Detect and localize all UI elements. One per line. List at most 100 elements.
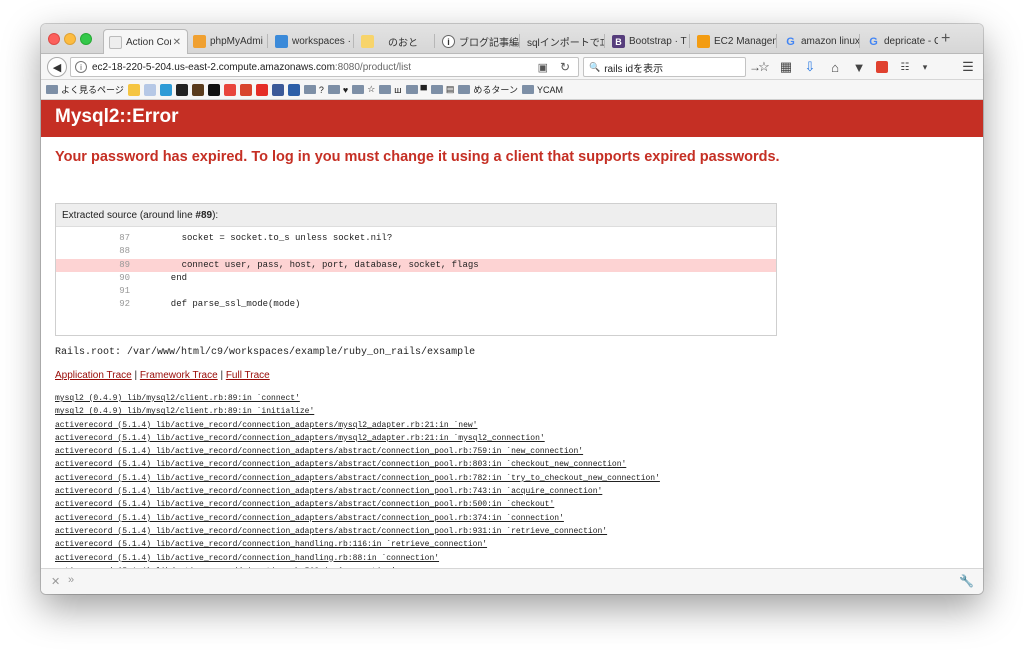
url-bar[interactable]: i ec2-18-220-5-204.us-east-2.compute.ama… bbox=[70, 57, 579, 77]
bookmark-folder[interactable]: ▤ bbox=[430, 84, 455, 95]
bookmark-folder[interactable]: ▀ bbox=[405, 85, 427, 95]
trace-line-link[interactable]: mysql2 (0.4.9) lib/mysql2/client.rb:89:i… bbox=[55, 392, 660, 405]
new-tab-button[interactable]: + bbox=[941, 30, 950, 48]
trace-line-link[interactable]: activerecord (5.1.4) lib/active_record/c… bbox=[55, 538, 660, 551]
trace-line-link[interactable]: activerecord (5.1.4) lib/active_record/c… bbox=[55, 498, 660, 511]
trace-line-link[interactable]: activerecord (5.1.4) lib/active_record/c… bbox=[55, 552, 660, 565]
back-button[interactable]: ◀ bbox=[47, 57, 67, 77]
bookmark-item[interactable] bbox=[271, 83, 284, 96]
menu-icon[interactable]: ☰ bbox=[960, 59, 976, 75]
url-path: :8080/product/list bbox=[334, 61, 412, 73]
bookmark-item[interactable] bbox=[143, 83, 156, 96]
bookmark-item[interactable] bbox=[127, 83, 140, 96]
bookmark-folder[interactable]: YCAM bbox=[521, 85, 563, 95]
bookmark-label: ♥ bbox=[342, 84, 349, 95]
trace-line-link[interactable]: mysql2 (0.4.9) lib/mysql2/client.rb:89:i… bbox=[55, 405, 660, 418]
folder-icon bbox=[352, 85, 365, 94]
tab-bootstrap[interactable]: B Bootstrap · T bbox=[607, 29, 689, 54]
tab-depricate[interactable]: G depricate - G bbox=[862, 29, 938, 54]
extracted-source: Extracted source (around line #89): 87 s… bbox=[55, 203, 777, 336]
close-window-button[interactable] bbox=[48, 33, 60, 45]
code-line: 88 bbox=[56, 245, 776, 258]
tab-phpmyadmin[interactable]: phpMyAdmi bbox=[188, 29, 266, 54]
bookmark-item[interactable] bbox=[175, 83, 188, 96]
tab-title: depricate - G bbox=[884, 36, 938, 47]
info-icon[interactable]: i bbox=[75, 61, 87, 73]
reload-icon[interactable]: ↻ bbox=[560, 60, 570, 74]
folder-icon bbox=[521, 85, 534, 94]
bookmark-label: ▤ bbox=[445, 84, 455, 94]
framework-trace-link[interactable]: Framework Trace bbox=[140, 370, 218, 381]
tab-title: workspaces · bbox=[292, 36, 351, 47]
trace-line-link[interactable]: activerecord (5.1.4) lib/active_record/c… bbox=[55, 432, 660, 445]
close-tab-icon[interactable]: ✕ bbox=[173, 37, 181, 48]
trace-links: Application Trace | Framework Trace | Fu… bbox=[55, 370, 270, 381]
tab-bar: Action Controll ✕ phpMyAdmi workspaces ·… bbox=[41, 24, 983, 55]
bookmark-item[interactable] bbox=[255, 83, 268, 96]
dropdown-icon[interactable]: ▾ bbox=[917, 59, 933, 75]
error-title: Mysql2::Error bbox=[41, 100, 983, 137]
line-number: 87 bbox=[119, 233, 130, 243]
trace-line-link[interactable]: activerecord (5.1.4) lib/active_record/c… bbox=[55, 472, 660, 485]
bookmark-folder[interactable]: ш bbox=[379, 84, 402, 95]
trace-line-link[interactable]: activerecord (5.1.4) lib/active_record/c… bbox=[55, 525, 660, 538]
google-icon: G bbox=[869, 35, 878, 48]
bookmark-folder[interactable]: ☆ bbox=[352, 84, 375, 95]
bookmark-item[interactable] bbox=[207, 83, 220, 96]
bookmark-item[interactable] bbox=[191, 83, 204, 96]
trace-line-link[interactable]: activerecord (5.1.4) lib/active_record/c… bbox=[55, 458, 660, 471]
bookmark-folder[interactable]: ? bbox=[303, 85, 324, 95]
browser-window: Action Controll ✕ phpMyAdmi workspaces ·… bbox=[41, 24, 983, 594]
tab-title: Action Controll bbox=[126, 37, 171, 48]
search-icon: 🔍 bbox=[589, 61, 601, 72]
trace-line-link[interactable]: activerecord (5.1.4) lib/active_record/c… bbox=[55, 419, 660, 432]
bookmark-item[interactable] bbox=[159, 83, 172, 96]
aws-icon bbox=[697, 35, 710, 48]
search-bar[interactable]: 🔍 rails idを表示 → bbox=[583, 57, 761, 77]
bookmark-label: ш bbox=[394, 84, 402, 95]
tab-workspaces[interactable]: workspaces · bbox=[270, 29, 352, 54]
download-icon[interactable]: ⇩ bbox=[802, 59, 818, 75]
bookmark-icon-7 bbox=[223, 83, 236, 96]
pocket-icon[interactable]: ▼ bbox=[851, 59, 867, 75]
source-code: 87 socket = socket.to_s unless socket.ni… bbox=[56, 227, 776, 312]
bookmark-folder[interactable]: よく見るページ bbox=[46, 83, 124, 96]
bookmark-folder[interactable]: めるターン bbox=[458, 83, 518, 96]
qr-icon[interactable]: ☷ bbox=[897, 59, 913, 75]
bookmark-icon-1 bbox=[127, 83, 140, 96]
tab-blog[interactable]: i ブログ記事編 bbox=[437, 29, 519, 54]
application-trace-link[interactable]: Application Trace bbox=[55, 370, 132, 381]
zoom-window-button[interactable] bbox=[80, 33, 92, 45]
close-bar-icon[interactable]: ✕ bbox=[51, 575, 60, 588]
minimize-window-button[interactable] bbox=[64, 33, 76, 45]
trace-line-link[interactable]: activerecord (5.1.4) lib/active_record/c… bbox=[55, 512, 660, 525]
reading-list-icon[interactable]: ▦ bbox=[778, 59, 794, 75]
home-icon[interactable]: ⌂ bbox=[827, 59, 843, 75]
wrench-icon[interactable]: 🔧 bbox=[959, 574, 974, 588]
bookmark-item[interactable] bbox=[239, 83, 252, 96]
reader-view-icon[interactable]: ▣ bbox=[538, 61, 548, 74]
bookmark-item[interactable] bbox=[287, 83, 300, 96]
tab-amazon-linux[interactable]: G amazon linux bbox=[779, 29, 859, 54]
extension-red-icon[interactable] bbox=[874, 59, 890, 75]
trace-list: mysql2 (0.4.9) lib/mysql2/client.rb:89:i… bbox=[55, 392, 660, 568]
c9-cloud-icon bbox=[275, 35, 288, 48]
search-input[interactable]: rails idを表示 bbox=[604, 60, 663, 75]
tab-sql-import[interactable]: sqlインポートでｴ bbox=[522, 29, 604, 54]
tab-ec2[interactable]: EC2 Managem bbox=[692, 29, 776, 54]
phpmyadmin-icon bbox=[193, 35, 206, 48]
star-icon[interactable]: ☆ bbox=[756, 59, 772, 75]
tab-title: Bootstrap · T bbox=[629, 36, 687, 47]
tab-note[interactable]: のおと bbox=[356, 29, 434, 54]
trace-line-link[interactable]: activerecord (5.1.4) lib/active_record/c… bbox=[55, 485, 660, 498]
bookmark-icon-8 bbox=[239, 83, 252, 96]
tab-title: amazon linux bbox=[801, 36, 859, 47]
full-trace-link[interactable]: Full Trace bbox=[226, 370, 270, 381]
bookmark-item[interactable] bbox=[223, 83, 236, 96]
bookmark-folder[interactable]: ♥ bbox=[327, 84, 349, 95]
tab-action-controller[interactable]: Action Controll ✕ bbox=[103, 29, 188, 55]
trace-line-link[interactable]: activerecord (5.1.4) lib/active_record/c… bbox=[55, 445, 660, 458]
expand-arrows-icon[interactable]: » bbox=[68, 574, 74, 586]
line-number: 90 bbox=[119, 272, 130, 283]
bookmark-icon-5 bbox=[191, 83, 204, 96]
